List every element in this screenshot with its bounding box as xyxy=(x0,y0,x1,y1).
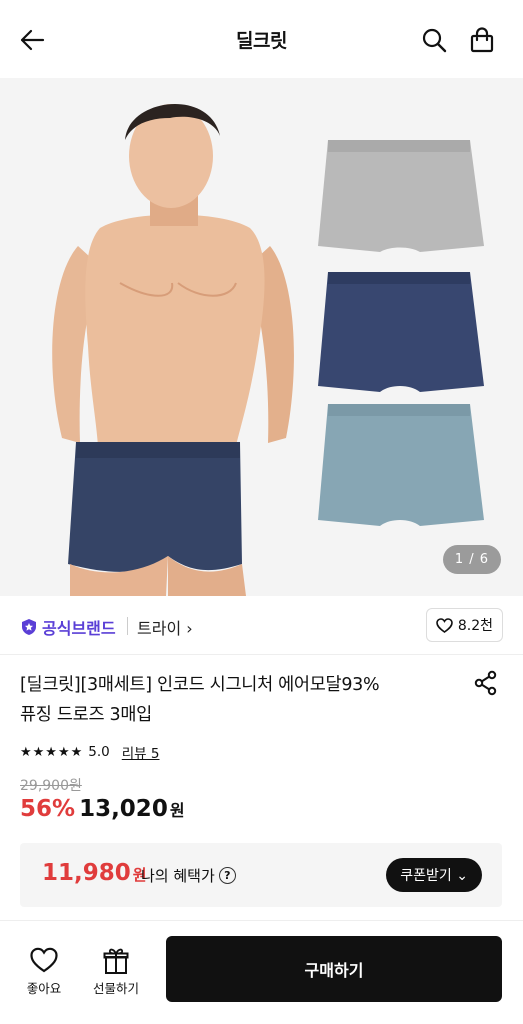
like-count: 8.2천 xyxy=(457,618,493,634)
product-title-line2: 퓨징 드로즈 3매입 xyxy=(20,705,152,725)
gift-label: 선물하기 xyxy=(92,981,139,996)
benefit-label: 나의 혜택가 ? xyxy=(141,865,236,886)
coupon-button[interactable]: 쿠폰받기 ⌄ xyxy=(386,858,482,892)
product-title-line1: [딜크릿][3매세트] 인코드 시그니처 에어모달93% xyxy=(20,675,380,695)
official-brand-label: 공식브랜드 xyxy=(42,619,116,638)
briefs-navy xyxy=(318,272,484,392)
discount-rate: 56% xyxy=(20,796,76,822)
rating-row: ★★★★★ 5.0 리뷰 5 xyxy=(20,742,160,762)
product-title: [딜크릿][3매세트] 인코드 시그니처 에어모달93% 퓨징 드로즈 3매입 xyxy=(20,670,460,730)
verified-badge-icon xyxy=(22,619,36,635)
briefs-grey xyxy=(318,140,484,252)
shopping-bag-icon xyxy=(470,27,494,53)
briefs-blue xyxy=(318,404,484,526)
heart-icon xyxy=(30,947,58,973)
gift-button[interactable]: 선물하기 xyxy=(86,947,146,997)
image-counter: 1 / 6 xyxy=(442,545,501,574)
search-button[interactable] xyxy=(418,24,450,56)
like-button[interactable]: 좋아요 xyxy=(14,947,74,997)
heart-icon xyxy=(436,617,453,633)
benefit-price-value: 11,980 xyxy=(42,860,131,886)
official-brand-badge: 공식브랜드 xyxy=(20,615,116,639)
currency-label: 원 xyxy=(169,801,185,820)
product-photo xyxy=(0,78,523,596)
star-rating-icon: ★★★★★ xyxy=(20,744,84,760)
share-button[interactable] xyxy=(473,670,499,696)
like-label: 좋아요 xyxy=(26,981,62,996)
bottom-action-bar: 좋아요 선물하기 구매하기 xyxy=(0,920,523,1024)
like-count-button[interactable]: 8.2천 xyxy=(425,608,503,642)
benefit-price: 11,980 원 xyxy=(42,860,147,886)
gift-icon xyxy=(103,948,129,974)
product-image-gallery[interactable]: 1 / 6 xyxy=(0,78,523,596)
top-app-bar: 딜크릿 xyxy=(0,0,523,78)
rating-score: 5.0 xyxy=(88,744,110,760)
review-link[interactable]: 리뷰 5 xyxy=(122,742,160,762)
sale-price: 13,020 xyxy=(79,796,168,822)
brand-link[interactable]: 트라이 › xyxy=(137,615,193,639)
benefit-box: 11,980 원 나의 혜택가 ? 쿠폰받기 ⌄ xyxy=(20,843,502,907)
buy-button[interactable]: 구매하기 xyxy=(166,936,502,1002)
benefit-label-text: 나의 혜택가 xyxy=(141,867,215,885)
price-row: 56% 13,020 원 xyxy=(20,796,185,822)
brand-row: 공식브랜드 트라이 › 8.2천 xyxy=(0,597,523,655)
search-icon xyxy=(422,28,447,53)
original-price: 29,900원 xyxy=(20,778,82,794)
share-icon xyxy=(474,670,497,696)
cart-button[interactable] xyxy=(466,24,498,56)
help-icon[interactable]: ? xyxy=(218,867,236,884)
divider xyxy=(127,617,128,635)
